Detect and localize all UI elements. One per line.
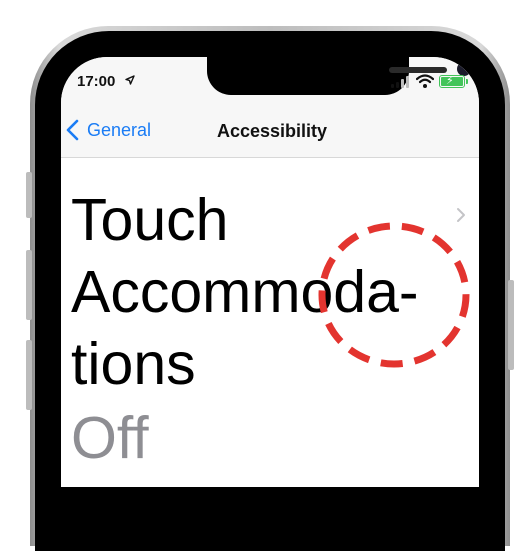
highlight-annotation-circle — [318, 222, 470, 368]
wifi-icon — [416, 74, 434, 88]
battery-charging-icon: ⚡ — [439, 75, 465, 88]
notch — [207, 57, 471, 95]
location-arrow-icon — [125, 74, 135, 88]
power-button — [508, 280, 514, 370]
cellular-signal-icon — [391, 76, 411, 88]
navigation-bar: General Accessibility — [61, 107, 479, 158]
battery-tip — [466, 79, 468, 84]
setting-value: Off — [71, 405, 149, 471]
volume-up-button — [26, 250, 32, 320]
page-title: Accessibility — [216, 121, 328, 141]
status-bar: 17:00 ⚡ — [61, 57, 479, 107]
volume-down-button — [26, 340, 32, 410]
silent-switch — [26, 172, 32, 218]
status-time: 17:00 — [77, 73, 116, 90]
front-camera — [457, 62, 471, 76]
